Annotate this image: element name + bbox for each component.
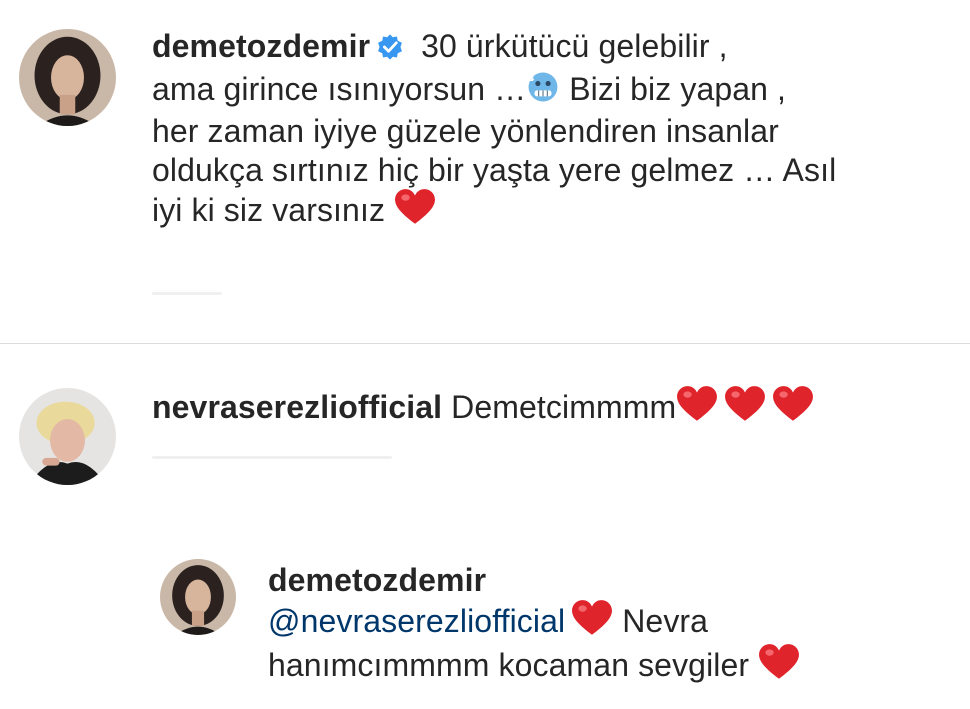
avatar-nevraserezliofficial[interactable] — [19, 388, 116, 485]
comment-1: demetozdemir 30 ürkütücü gelebilir , ama… — [152, 27, 967, 234]
red-heart-icon — [571, 599, 613, 645]
comment-text: Bizi biz yapan , — [560, 70, 787, 107]
comment-text: 30 ürkütücü gelebilir , — [412, 28, 728, 64]
red-heart-icon — [394, 189, 436, 234]
comment-text: iyi ki siz varsınız — [152, 192, 395, 228]
comment-username[interactable]: demetozdemir — [152, 28, 370, 64]
comment-text: Nevra — [613, 602, 709, 639]
comment-username[interactable]: nevraserezliofficial — [152, 389, 442, 425]
comment-2: nevraserezliofficial Demetcimmmm — [152, 386, 967, 431]
comment-username[interactable]: demetozdemir — [268, 562, 486, 598]
red-heart-icon — [676, 386, 718, 431]
comment-text: her zaman iyiye güzele yönlendiren insan… — [152, 113, 779, 149]
comment-text: hanımcımmmm kocaman sevgiler — [268, 647, 759, 683]
divider — [0, 343, 970, 344]
comment-text: Demetcimmmm — [442, 389, 677, 425]
red-heart-icon — [772, 386, 814, 431]
mention-link[interactable]: @nevraserezliofficial — [268, 603, 565, 639]
cold-face-emoji-icon — [526, 70, 560, 113]
comment-meta-row — [152, 456, 392, 459]
avatar-demetozdemir[interactable] — [19, 29, 116, 126]
red-heart-icon — [758, 644, 800, 689]
verified-badge-icon — [376, 31, 404, 70]
red-heart-icon — [724, 386, 766, 431]
reply-comment: demetozdemir @nevraserezliofficial Nevra… — [268, 561, 968, 689]
comment-text: oldukça sırtınız hiç bir yaşta yere gelm… — [152, 151, 837, 188]
comment-meta-row — [152, 292, 222, 295]
avatar-demetozdemir-reply[interactable] — [160, 559, 236, 635]
comment-text: ama girince ısınıyorsun … — [152, 70, 527, 107]
